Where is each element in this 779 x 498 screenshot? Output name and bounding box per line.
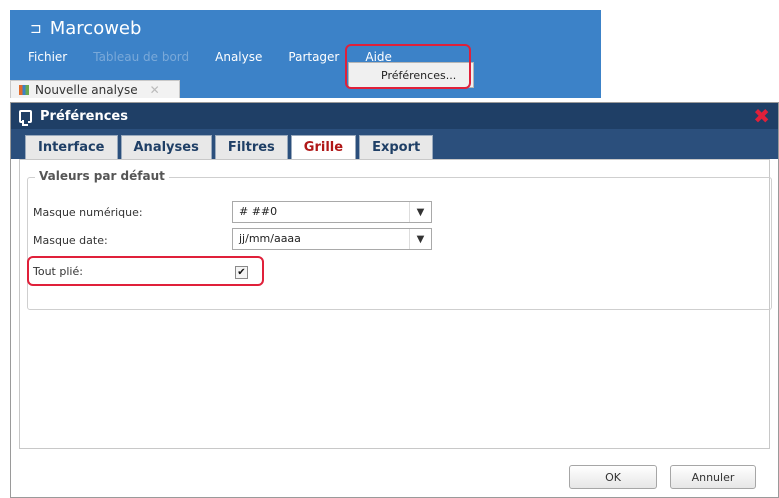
numeric-mask-value: # ##0 <box>239 205 278 218</box>
ok-button[interactable]: OK <box>569 465 657 489</box>
tab-nouvelle-analyse[interactable]: Nouvelle analyse ✕ <box>10 80 180 98</box>
tab-filtres[interactable]: Filtres <box>214 135 288 159</box>
tab-label: Nouvelle analyse <box>35 82 138 97</box>
date-mask-select[interactable]: jj/mm/aaaa ▼ <box>232 228 432 250</box>
close-icon[interactable]: ✖ <box>753 106 770 126</box>
menu-tableau-de-bord: Tableau de bord <box>93 50 190 64</box>
tab-interface[interactable]: Interface <box>25 135 118 159</box>
dialog-title: Préférences <box>40 108 128 124</box>
dialog-titlebar: Préférences ✖ <box>11 103 778 129</box>
app-title: ⊐ Marcoweb <box>30 18 141 39</box>
tab-export[interactable]: Export <box>359 135 434 159</box>
app-title-text: Marcoweb <box>49 18 142 39</box>
highlight-collapse-all <box>27 256 264 286</box>
chart-icon <box>19 84 29 95</box>
fieldset-legend: Valeurs par défaut <box>35 169 169 183</box>
close-tab-icon[interactable]: ✕ <box>150 83 160 97</box>
chevron-down-icon[interactable]: ▼ <box>409 229 431 249</box>
cancel-button[interactable]: Annuler <box>670 465 756 489</box>
date-mask-label: Masque date: <box>33 234 108 247</box>
app-logo-icon: ⊐ <box>30 20 42 37</box>
screen: ⊐ Marcoweb Fichier Tableau de bord Analy… <box>0 0 779 498</box>
tab-grille[interactable]: Grille <box>290 135 357 159</box>
numeric-mask-select[interactable]: # ##0 ▼ <box>232 201 432 223</box>
dialog-icon <box>19 109 32 126</box>
highlight-aide-menu <box>345 44 471 89</box>
tab-analyses[interactable]: Analyses <box>120 135 212 159</box>
menu-partager[interactable]: Partager <box>288 50 339 64</box>
preferences-dialog: Préférences ✖ Interface Analyses Filtres… <box>10 102 779 498</box>
numeric-mask-label: Masque numérique: <box>33 206 143 219</box>
menu-analyse[interactable]: Analyse <box>215 50 262 64</box>
tab-panel-grille: Valeurs par défaut Masque numérique: # #… <box>19 159 772 449</box>
app-header: ⊐ Marcoweb Fichier Tableau de bord Analy… <box>10 10 601 98</box>
defaults-fieldset: Valeurs par défaut Masque numérique: # #… <box>27 169 772 310</box>
date-mask-value: jj/mm/aaaa <box>239 232 301 245</box>
chevron-down-icon[interactable]: ▼ <box>409 202 431 222</box>
menu-fichier[interactable]: Fichier <box>28 50 67 64</box>
tab-strip: Interface Analyses Filtres Grille Export <box>11 129 778 159</box>
